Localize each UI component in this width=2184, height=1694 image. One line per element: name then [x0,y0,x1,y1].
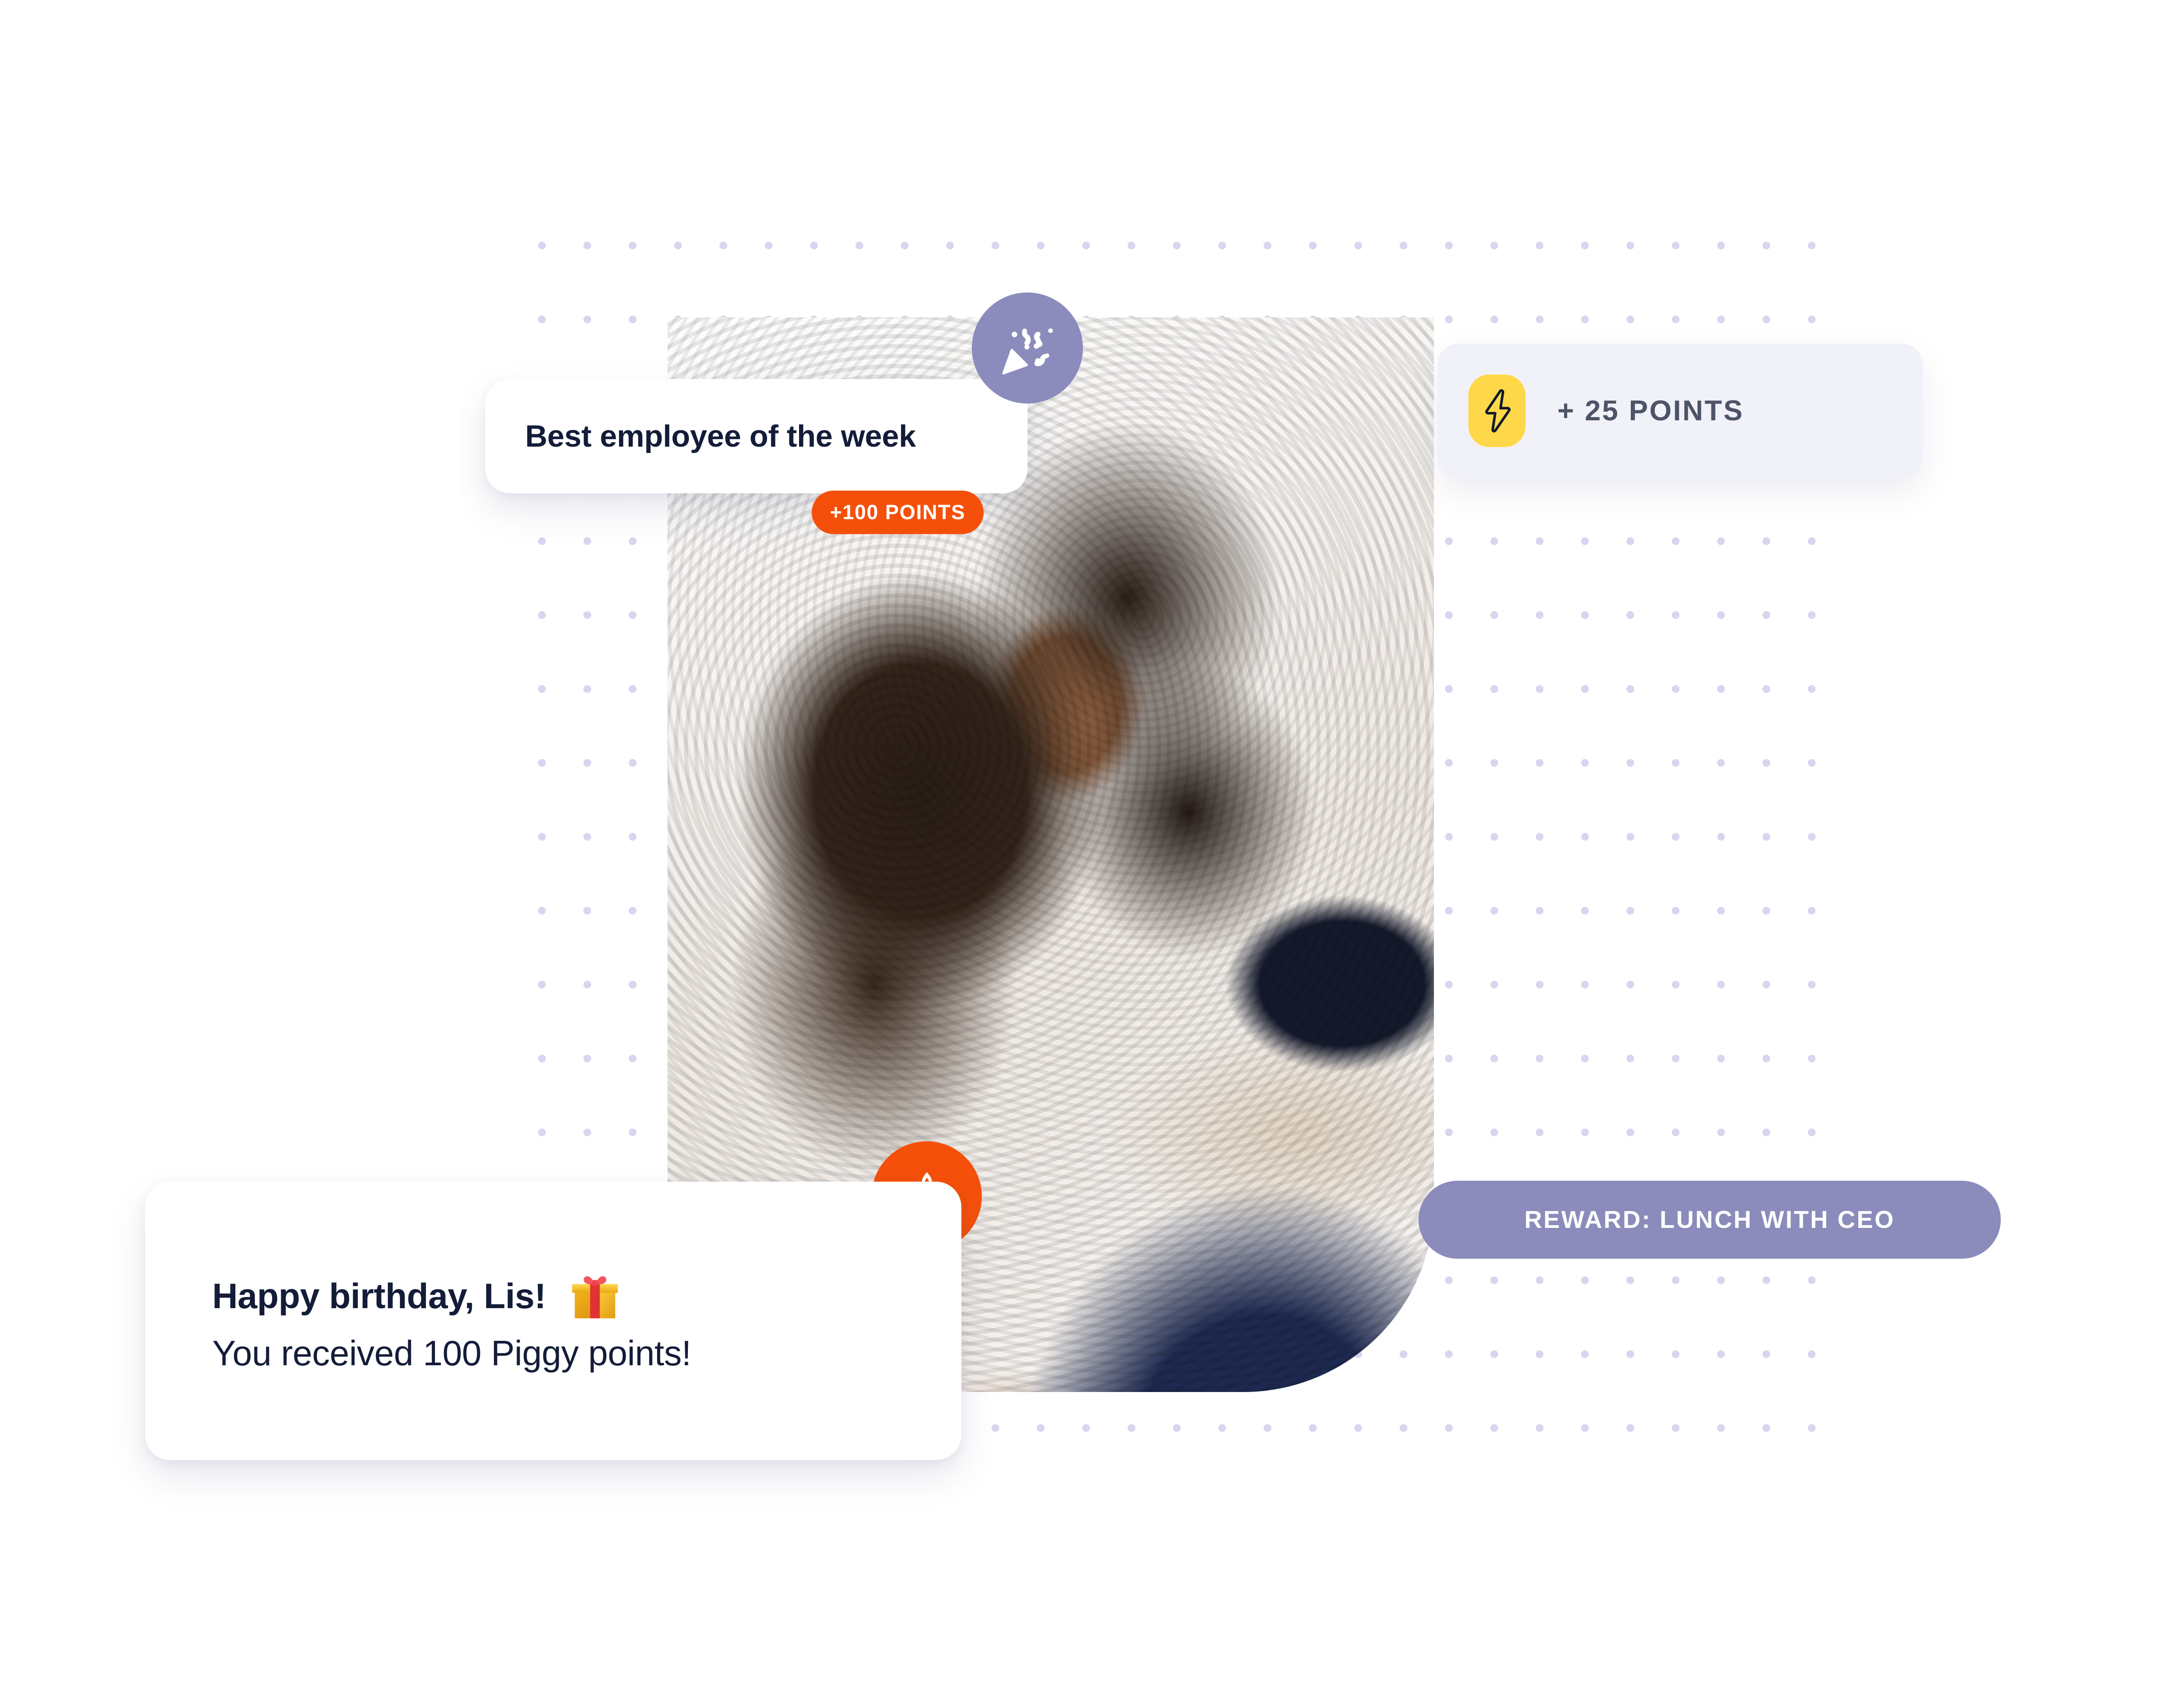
party-popper-icon [997,317,1058,379]
birthday-subtitle: You received 100 Piggy points! [212,1333,692,1373]
lightning-bolt-icon [1468,375,1526,447]
best-employee-label: Best employee of the week [525,419,916,453]
points-25-label: + 25 POINTS [1557,395,1744,427]
birthday-title: Happy birthday, Lis! [212,1276,546,1316]
wrapped-gift-emoji [567,1268,623,1324]
birthday-title-row: Happy birthday, Lis! [212,1268,961,1324]
recognition-collage: Best employee of the week +100 POINTS + … [0,0,2184,1694]
party-popper-badge[interactable] [972,292,1083,404]
points-25-card[interactable]: + 25 POINTS [1438,344,1923,478]
best-employee-card[interactable]: Best employee of the week [485,379,1028,493]
points-100-badge[interactable]: +100 POINTS [812,491,984,534]
reward-badge[interactable]: REWARD: LUNCH WITH CEO [1419,1181,2001,1259]
birthday-notification-card[interactable]: Happy birthday, Lis! You received 100 Pi… [145,1182,961,1460]
